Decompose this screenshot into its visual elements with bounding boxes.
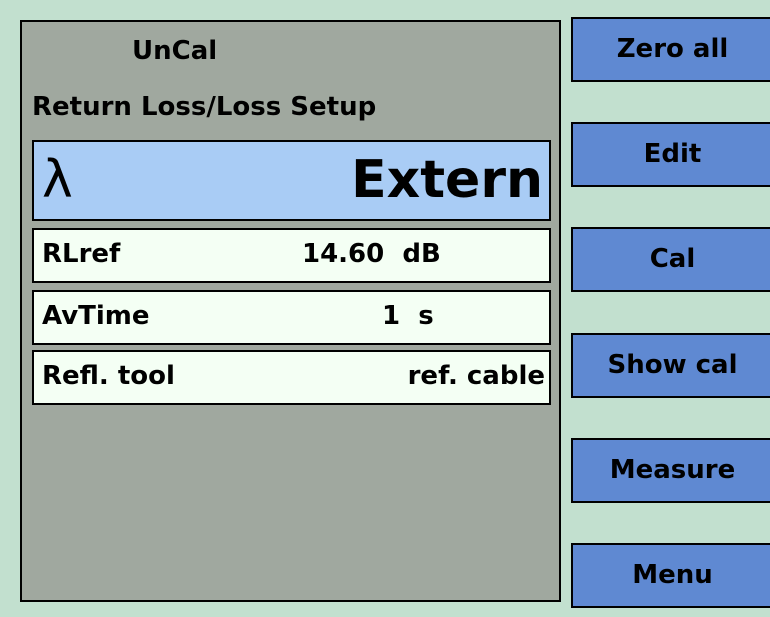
param-value: 14.60 dB [302,239,441,269]
param-row-refl-tool[interactable]: Refl. tool ref. cable [32,350,551,405]
calibration-status: UnCal [132,36,218,66]
param-label: Refl. tool [42,361,175,391]
page-title: Return Loss/Loss Setup [32,92,377,122]
param-value: 1 s [382,301,434,331]
param-label: AvTime [42,301,150,331]
param-label: RLref [42,239,121,269]
param-value: ref. cable [407,361,545,391]
param-row-rlref[interactable]: RLref 14.60 dB [32,228,551,283]
show-cal-button[interactable]: Show cal [571,333,770,398]
param-row-avtime[interactable]: AvTime 1 s [32,290,551,345]
edit-button[interactable]: Edit [571,122,770,187]
zero-all-button[interactable]: Zero all [571,17,770,82]
measure-button[interactable]: Measure [571,438,770,503]
wavelength-field[interactable]: λ Extern [32,140,551,221]
display-screen: UnCal Return Loss/Loss Setup λ Extern RL… [20,20,561,602]
lambda-icon: λ [42,150,73,210]
menu-button[interactable]: Menu [571,543,770,608]
wavelength-value: Extern [351,150,543,210]
cal-button[interactable]: Cal [571,227,770,292]
